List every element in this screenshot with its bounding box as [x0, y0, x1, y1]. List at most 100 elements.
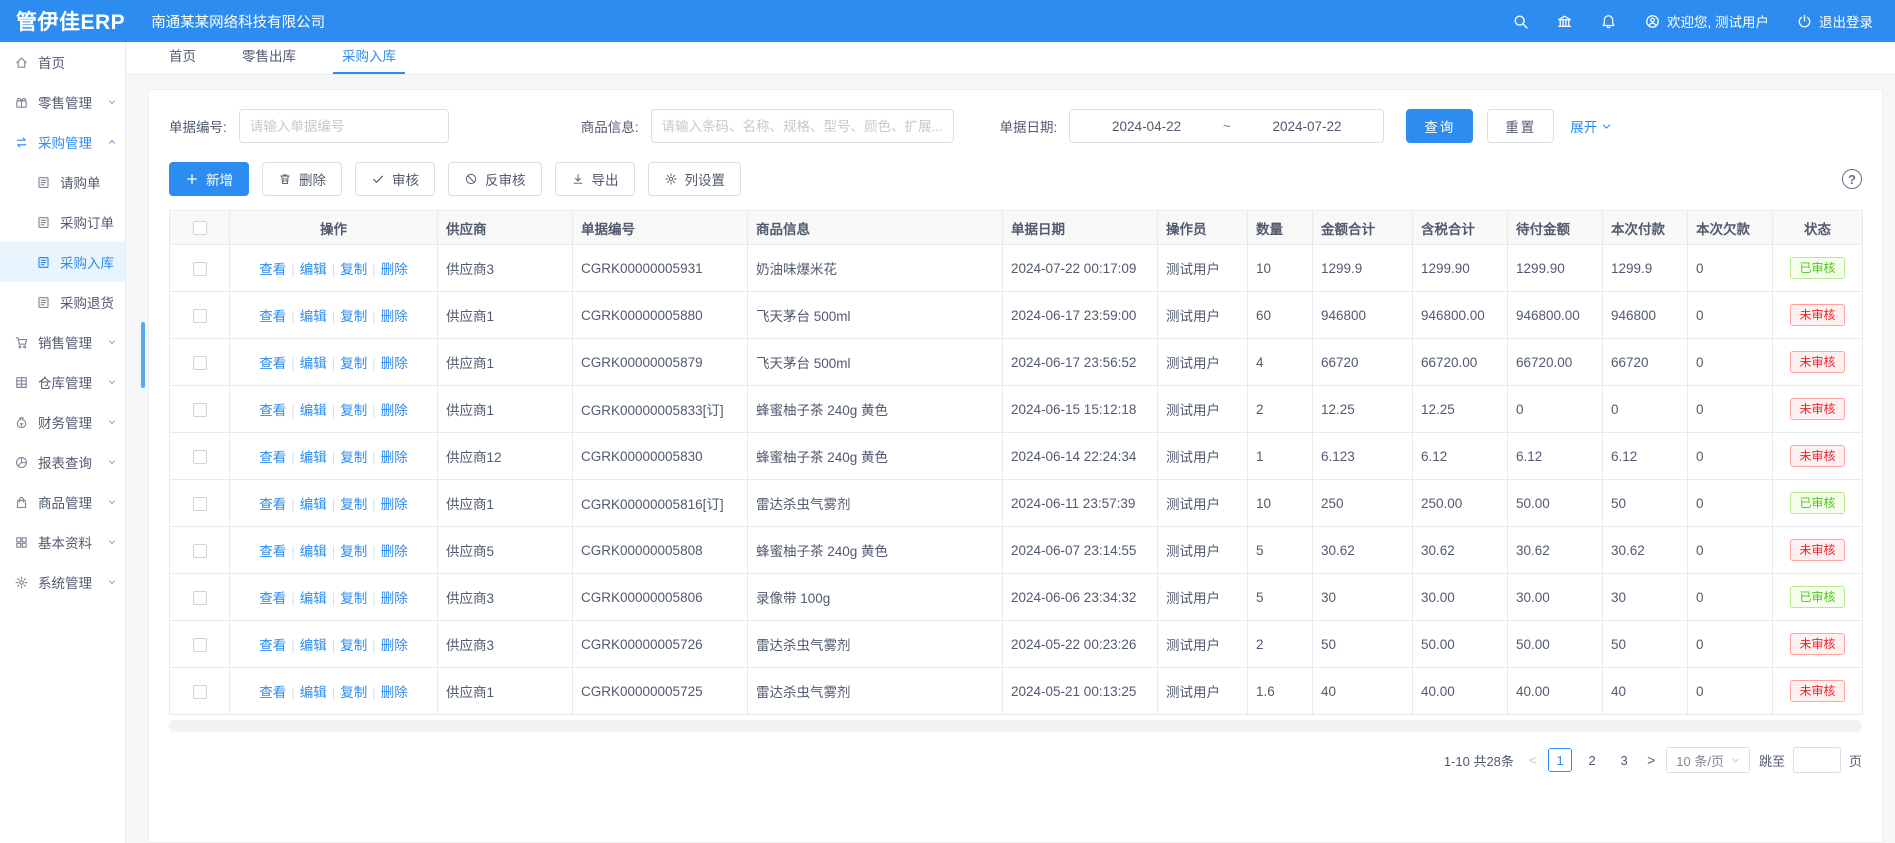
tab-retail-outbound[interactable]: 零售出库: [233, 45, 305, 74]
date-range-picker[interactable]: 2024-04-22 ~ 2024-07-22: [1069, 109, 1384, 143]
column-settings-button[interactable]: 列设置: [648, 162, 742, 196]
sidebar-item-system[interactable]: 系统管理: [0, 562, 125, 602]
row-action-copy[interactable]: 复制: [340, 403, 367, 418]
row-action-delete[interactable]: 删除: [381, 591, 408, 606]
bank-icon[interactable]: [1556, 13, 1573, 30]
tab-purchase-inbound[interactable]: 采购入库: [333, 45, 405, 74]
row-action-delete[interactable]: 删除: [381, 309, 408, 324]
row-action-edit[interactable]: 编辑: [300, 450, 327, 465]
next-page-button[interactable]: >: [1645, 752, 1657, 768]
page-size-select[interactable]: 10 条/页: [1666, 747, 1750, 773]
export-button[interactable]: 导出: [555, 162, 635, 196]
row-action-copy[interactable]: 复制: [340, 309, 367, 324]
row-action-copy[interactable]: 复制: [340, 685, 367, 700]
row-action-view[interactable]: 查看: [259, 638, 286, 653]
row-action-edit[interactable]: 编辑: [300, 262, 327, 277]
sidebar-item-home[interactable]: 首页: [0, 42, 125, 82]
product-info-input[interactable]: [651, 109, 954, 143]
reset-button[interactable]: 重置: [1487, 109, 1554, 143]
date-from-value[interactable]: 2024-04-22: [1112, 119, 1181, 134]
row-checkbox[interactable]: [193, 591, 207, 605]
column-header-debt: 本次欠款: [1688, 211, 1773, 245]
expand-link[interactable]: 展开: [1570, 116, 1612, 136]
row-action-edit[interactable]: 编辑: [300, 591, 327, 606]
row-action-delete[interactable]: 删除: [381, 450, 408, 465]
row-checkbox[interactable]: [193, 309, 207, 323]
row-checkbox[interactable]: [193, 403, 207, 417]
row-action-view[interactable]: 查看: [259, 591, 286, 606]
row-action-view[interactable]: 查看: [259, 450, 286, 465]
sidebar-item-purchase-return[interactable]: 采购退货: [0, 282, 125, 322]
row-action-copy[interactable]: 复制: [340, 450, 367, 465]
row-action-copy[interactable]: 复制: [340, 638, 367, 653]
row-action-copy[interactable]: 复制: [340, 356, 367, 371]
row-action-delete[interactable]: 删除: [381, 544, 408, 559]
row-action-edit[interactable]: 编辑: [300, 638, 327, 653]
row-action-delete[interactable]: 删除: [381, 403, 408, 418]
select-all-checkbox[interactable]: [193, 221, 207, 235]
sidebar-item-warehouse[interactable]: 仓库管理: [0, 362, 125, 402]
sidebar-item-basic[interactable]: 基本资料: [0, 522, 125, 562]
row-action-delete[interactable]: 删除: [381, 262, 408, 277]
row-action-copy[interactable]: 复制: [340, 544, 367, 559]
row-action-edit[interactable]: 编辑: [300, 544, 327, 559]
page-number-2[interactable]: 2: [1580, 748, 1604, 772]
sidebar-item-purchase-request[interactable]: 请购单: [0, 162, 125, 202]
row-checkbox[interactable]: [193, 685, 207, 699]
row-checkbox[interactable]: [193, 450, 207, 464]
search-button[interactable]: 查询: [1406, 109, 1473, 143]
sidebar-item-purchase-order[interactable]: 采购订单: [0, 202, 125, 242]
sidebar-item-purchase-inbound[interactable]: 采购入库: [0, 242, 125, 282]
page-number-1[interactable]: 1: [1548, 748, 1572, 772]
scrollbar-thumb[interactable]: [141, 322, 145, 388]
prev-page-button[interactable]: <: [1527, 752, 1539, 768]
tab-home[interactable]: 首页: [160, 45, 205, 74]
sidebar-item-goods[interactable]: 商品管理: [0, 482, 125, 522]
row-checkbox[interactable]: [193, 544, 207, 558]
row-action-edit[interactable]: 编辑: [300, 403, 327, 418]
row-action-edit[interactable]: 编辑: [300, 356, 327, 371]
sidebar-item-finance[interactable]: 财务管理: [0, 402, 125, 442]
row-action-delete[interactable]: 删除: [381, 356, 408, 371]
delete-button[interactable]: 删除: [262, 162, 342, 196]
row-action-view[interactable]: 查看: [259, 685, 286, 700]
row-action-view[interactable]: 查看: [259, 262, 286, 277]
row-checkbox[interactable]: [193, 638, 207, 652]
row-action-copy[interactable]: 复制: [340, 262, 367, 277]
row-actions-cell: 查看|编辑|复制|删除: [230, 574, 438, 621]
sidebar-item-purchase[interactable]: 采购管理: [0, 122, 125, 162]
jump-page-input[interactable]: [1793, 747, 1841, 773]
add-button[interactable]: 新增: [169, 162, 249, 196]
sidebar-item-retail[interactable]: 零售管理: [0, 82, 125, 122]
bell-icon[interactable]: [1600, 13, 1617, 30]
sidebar-item-report[interactable]: 报表查询: [0, 442, 125, 482]
row-action-edit[interactable]: 编辑: [300, 309, 327, 324]
sidebar-item-sales[interactable]: 销售管理: [0, 322, 125, 362]
row-checkbox-cell: [170, 386, 230, 433]
row-action-edit[interactable]: 编辑: [300, 685, 327, 700]
row-action-edit[interactable]: 编辑: [300, 497, 327, 512]
row-action-copy[interactable]: 复制: [340, 497, 367, 512]
help-icon[interactable]: ?: [1842, 169, 1862, 189]
row-action-view[interactable]: 查看: [259, 544, 286, 559]
row-action-delete[interactable]: 删除: [381, 638, 408, 653]
bill-no-input[interactable]: [239, 109, 449, 143]
row-checkbox[interactable]: [193, 356, 207, 370]
date-to-value[interactable]: 2024-07-22: [1272, 119, 1341, 134]
row-action-view[interactable]: 查看: [259, 403, 286, 418]
audit-button[interactable]: 审核: [355, 162, 435, 196]
row-action-view[interactable]: 查看: [259, 356, 286, 371]
row-action-delete[interactable]: 删除: [381, 497, 408, 512]
row-action-view[interactable]: 查看: [259, 309, 286, 324]
search-icon[interactable]: [1512, 13, 1529, 30]
table-horizontal-scrollbar[interactable]: [169, 720, 1862, 732]
row-action-copy[interactable]: 复制: [340, 591, 367, 606]
row-checkbox[interactable]: [193, 262, 207, 276]
row-action-delete[interactable]: 删除: [381, 685, 408, 700]
row-checkbox[interactable]: [193, 497, 207, 511]
user-menu[interactable]: 欢迎您, 测试用户: [1644, 11, 1769, 31]
row-action-view[interactable]: 查看: [259, 497, 286, 512]
logout-button[interactable]: 退出登录: [1796, 11, 1873, 31]
unaudit-button[interactable]: 反审核: [448, 162, 542, 196]
page-number-3[interactable]: 3: [1612, 748, 1636, 772]
